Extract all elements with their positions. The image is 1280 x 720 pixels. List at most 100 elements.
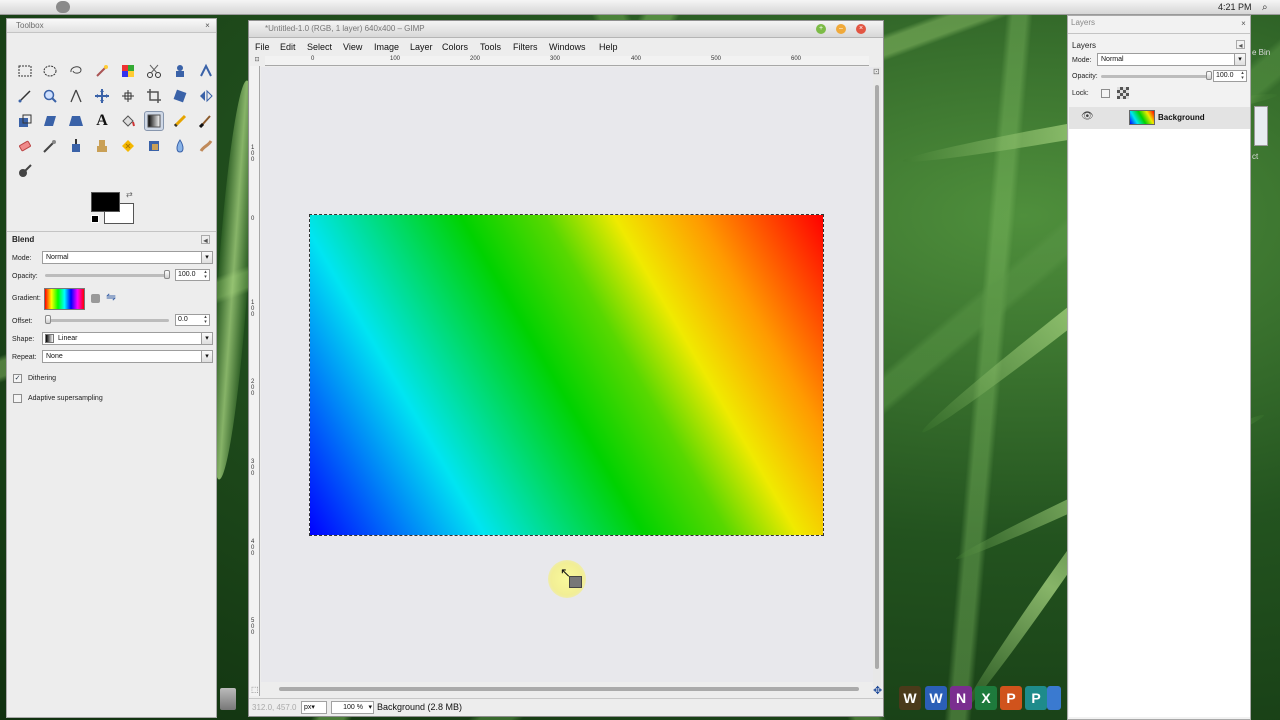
menu-select[interactable]: Select [307,42,332,52]
minimize-window-button[interactable]: – [836,24,846,34]
image-window-titlebar[interactable]: *Untitled-1.0 (RGB, 1 layer) 640x400 – G… [249,21,883,38]
swap-colors-icon[interactable]: ⇄ [126,190,133,199]
scissors-tool[interactable] [144,61,164,81]
rect-select-tool[interactable] [15,61,35,81]
foreground-select-tool[interactable] [170,61,190,81]
menu-help[interactable]: Help [599,42,618,52]
layers-mode-select[interactable]: Normal ▾ [1097,53,1246,66]
gimp-app-icon[interactable] [56,1,70,13]
opacity-slider-track[interactable] [45,274,169,277]
eye-icon[interactable]: 👁 [1081,111,1094,122]
word-icon[interactable]: W [925,686,947,710]
shape-select[interactable]: Linear ▾ [42,332,213,345]
zoom-select[interactable]: 100 % ▾ [331,701,374,714]
configure-tab-icon[interactable]: ◂ [1236,40,1245,50]
document-label[interactable]: ct [1252,152,1258,161]
perspective-clone-tool[interactable] [144,136,164,156]
offset-spinbox[interactable]: 0.0 ▴ ▾ [175,314,210,326]
dithering-checkbox[interactable]: ✓ [13,374,22,383]
ruler-corner-icon[interactable]: ⊡ [250,56,264,66]
zoom-tool[interactable] [40,86,60,106]
rotate-tool[interactable] [170,86,190,106]
trash-label[interactable]: e Bin [1252,48,1270,57]
spotlight-icon[interactable]: ⌕ [1262,2,1268,13]
move-tool[interactable] [92,86,112,106]
gradient-preview[interactable] [44,288,85,310]
opacity-slider-knob[interactable] [164,270,170,279]
zoom-fit-icon[interactable]: ⊡ [873,67,880,76]
foreground-color-swatch-front[interactable] [91,192,120,212]
excel-icon[interactable]: X [975,686,997,710]
horizontal-scrollbar-thumb[interactable] [279,687,859,691]
layers-opacity-slider-knob[interactable] [1206,71,1212,80]
unit-select[interactable]: px▾ [301,701,327,714]
airbrush-tool[interactable] [40,136,60,156]
offset-slider-knob[interactable] [45,315,51,324]
menu-tools[interactable]: Tools [480,42,501,52]
align-tool[interactable] [118,86,138,106]
repeat-select[interactable]: None ▾ [42,350,213,363]
eraser-tool[interactable] [15,136,35,156]
image-canvas[interactable] [309,214,824,536]
spin-arrows-icon[interactable]: ▴ ▾ [202,315,209,325]
paintbrush-tool[interactable] [196,111,216,131]
layer-name[interactable]: Background [1158,113,1205,122]
menu-edit[interactable]: Edit [280,42,296,52]
navigate-icon[interactable]: ✥ [873,684,882,697]
ink-tool[interactable] [66,136,86,156]
fuzzy-select-tool[interactable] [92,61,112,81]
heal-tool[interactable] [118,136,138,156]
configure-tab-icon[interactable]: ◂ [201,235,210,245]
publisher-icon[interactable]: P [1025,686,1047,710]
mode-select[interactable]: Normal ▾ [42,251,213,264]
menu-colors[interactable]: Colors [442,42,468,52]
crop-tool[interactable] [144,86,164,106]
quick-mask-icon[interactable]: ⬚ [251,685,259,694]
blur-tool[interactable] [170,136,190,156]
pencil-tool[interactable] [170,111,190,131]
flip-tool[interactable] [196,86,216,106]
zoom-window-button[interactable]: + [816,24,826,34]
blend-tool[interactable] [144,111,164,131]
toolbox-titlebar[interactable]: Toolbox × [7,19,216,33]
offset-slider-track[interactable] [45,319,169,322]
menu-file[interactable]: File [255,42,270,52]
measure-tool[interactable] [66,86,86,106]
document-icon[interactable] [1254,106,1268,146]
dock-app-w-icon[interactable]: W [899,686,921,710]
menu-windows[interactable]: Windows [549,42,586,52]
powerpoint-icon[interactable]: P [1000,686,1022,710]
default-colors-icon[interactable] [91,215,99,223]
close-icon[interactable]: × [203,21,212,30]
vertical-scrollbar[interactable]: ⊡ [873,67,881,687]
vertical-scrollbar-thumb[interactable] [875,85,879,669]
opacity-spinbox[interactable]: 100.0 ▴ ▾ [175,269,210,281]
scale-tool[interactable] [15,111,35,131]
ellipse-select-tool[interactable] [40,61,60,81]
clock[interactable]: 4:21 PM [1218,2,1252,12]
clone-tool[interactable] [92,136,112,156]
menu-image[interactable]: Image [374,42,399,52]
dock-extra-icon[interactable] [1047,686,1061,710]
smudge-tool[interactable] [196,136,216,156]
layers-opacity-slider-track[interactable] [1101,75,1211,78]
text-tool[interactable]: A [92,111,112,131]
gradient-editor-icon[interactable] [91,294,100,303]
menu-filters[interactable]: Filters [513,42,538,52]
layer-thumbnail[interactable] [1129,110,1155,125]
trash-icon[interactable] [220,688,236,710]
layers-opacity-spinbox[interactable]: 100.0 ▴ ▾ [1213,70,1247,82]
vertical-ruler[interactable]: 1 0 0 0 1 0 0 2 0 0 3 0 0 4 0 0 5 0 0 [250,66,260,696]
adaptive-supersampling-checkbox[interactable] [13,394,22,403]
spin-arrows-icon[interactable]: ▴ ▾ [202,270,209,280]
close-window-button[interactable]: × [856,24,866,34]
free-select-tool[interactable] [66,61,86,81]
reverse-gradient-icon[interactable]: ⇋ [106,290,116,304]
intelligent-scissors-tool[interactable] [196,61,216,81]
menu-view[interactable]: View [343,42,362,52]
onenote-icon[interactable]: N [950,686,972,710]
spin-arrows-icon[interactable]: ▴ ▾ [1239,71,1246,81]
perspective-tool[interactable] [66,111,86,131]
bucket-fill-tool[interactable] [118,111,138,131]
shear-tool[interactable] [40,111,60,131]
